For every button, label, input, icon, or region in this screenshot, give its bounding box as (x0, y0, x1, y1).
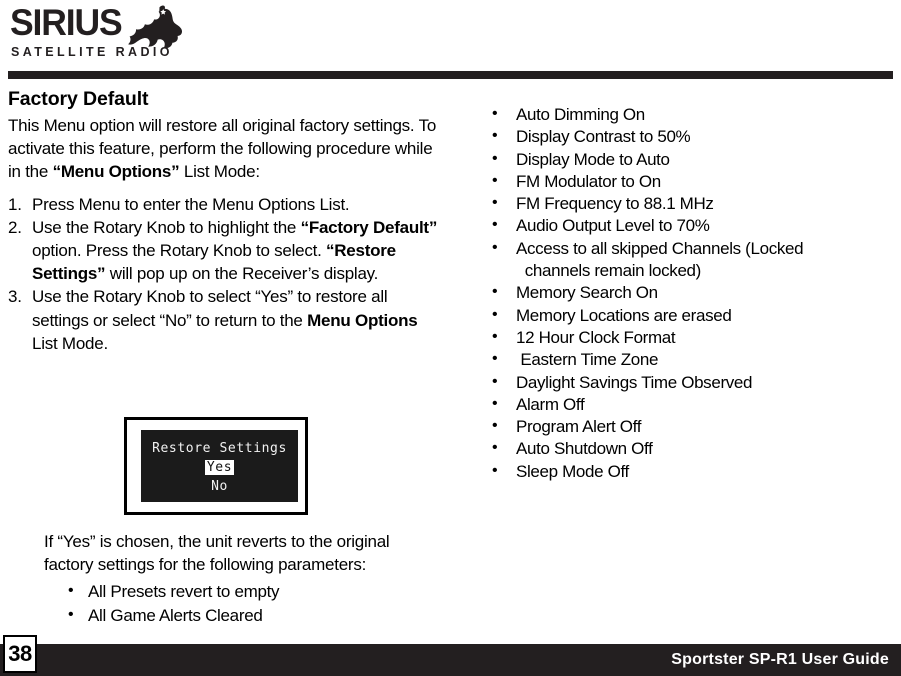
list-item: • Display Mode to Auto (489, 149, 889, 171)
bullet-icon: • (492, 127, 498, 145)
list-item: • Program Alert Off (489, 416, 889, 438)
lcd-option-no[interactable]: No (141, 478, 298, 495)
list-item-label: Display Contrast to 50% (516, 127, 691, 147)
logo-wordmark: SIRIUS (10, 2, 123, 43)
list-item: • All Presets revert to empty (44, 580, 436, 603)
list-item-label: Access to all skipped Channels (Locked c… (516, 238, 804, 281)
list-item: • Auto Shutdown Off (489, 438, 889, 460)
reverted-parameters-list: • All Presets revert to empty • All Game Al… (44, 580, 436, 626)
lcd-option-no-label: No (211, 479, 228, 494)
bullet-icon: • (492, 194, 498, 212)
list-item: • Access to all skipped Channels (Locked … (489, 238, 889, 283)
intro-paragraph: This Menu option will restore all origin… (8, 114, 438, 184)
bullet-icon: • (492, 171, 498, 189)
bullet-icon: • (492, 216, 498, 234)
procedure-step: 3. Use the Rotary Knob to select “Yes” to… (8, 285, 438, 355)
list-item-label: All Game Alerts Cleared (88, 605, 263, 625)
bullet-icon: • (492, 238, 498, 256)
bullet-icon: • (492, 305, 498, 323)
figure-caption-block: If “Yes” is chosen, the unit reverts to … (44, 530, 436, 627)
list-item-label: FM Modulator to On (516, 171, 661, 191)
figure-caption: If “Yes” is chosen, the unit reverts to … (44, 532, 390, 575)
list-item: • Display Contrast to 50% (489, 126, 889, 148)
sirius-dog-icon (128, 5, 183, 49)
lcd-title: Restore Settings (152, 441, 287, 456)
lcd-figure: Restore Settings Yes No (124, 417, 308, 515)
list-item: • All Game Alerts Cleared (44, 604, 436, 627)
bullet-icon: • (492, 283, 498, 301)
bullet-icon: • (492, 394, 498, 412)
bullet-icon: • (492, 461, 498, 479)
page-content: Factory Default This Menu option will re… (0, 86, 901, 625)
list-item: • Memory Locations are erased (489, 305, 889, 327)
list-item-label: Eastern Time Zone (516, 350, 659, 370)
left-column: Factory Default This Menu option will re… (8, 86, 438, 625)
list-item-label: Program Alert Off (516, 417, 642, 437)
bullet-icon: • (492, 417, 498, 435)
list-item-label: FM Frequency to 88.1 MHz (516, 194, 714, 214)
step-number: 3. (8, 287, 22, 307)
list-item-label: All Presets revert to empty (88, 582, 280, 602)
list-item-label: Auto Dimming On (516, 105, 645, 124)
list-item: • 12 Hour Clock Format (489, 327, 889, 349)
bullet-icon: • (492, 350, 498, 368)
list-item-label: Audio Output Level to 70% (516, 216, 710, 236)
list-item: • Sleep Mode Off (489, 461, 889, 483)
list-item: • Eastern Time Zone (489, 349, 889, 371)
list-item: • Alarm Off (489, 394, 889, 416)
page-title: Factory Default (8, 88, 149, 110)
list-item: • Daylight Savings Time Observed (489, 372, 889, 394)
list-item: • FM Modulator to On (489, 171, 889, 193)
step-number: 1. (8, 194, 22, 214)
list-item-label: Memory Search On (516, 283, 658, 303)
page-number-box: 38 (3, 635, 37, 673)
bullet-icon: • (492, 149, 498, 167)
bullet-icon: • (68, 605, 74, 623)
guide-title: Sportster SP-R1 User Guide (671, 651, 889, 668)
list-item-label: Sleep Mode Off (516, 461, 629, 481)
list-item-label: Auto Shutdown Off (516, 439, 653, 459)
list-item-label: Memory Locations are erased (516, 305, 732, 325)
list-item-label: Display Mode to Auto (516, 149, 670, 169)
list-item: • Auto Dimming On (489, 104, 889, 126)
body-text: List Mode. (32, 333, 108, 353)
step-number: 2. (8, 217, 22, 237)
list-item-label: 12 Hour Clock Format (516, 327, 676, 347)
right-column: • Auto Dimming On • Display Contrast to 50%… (489, 104, 889, 483)
lcd-option-yes-label: Yes (204, 460, 235, 475)
body-text: List Mode: (179, 162, 260, 182)
bullet-icon: • (492, 372, 498, 390)
sirius-logo: SIRIUS SATELLITE RADIO (10, 4, 185, 62)
body-text: Use the Rotary Knob to highlight the (32, 217, 301, 237)
body-text: will pop up on the Receiver’s display. (105, 264, 379, 284)
list-item: • FM Frequency to 88.1 MHz (489, 193, 889, 215)
procedure-step: 2. Use the Rotary Knob to highlight the “… (8, 216, 438, 286)
header-divider-rule (8, 71, 893, 79)
emphasis-text: Menu Options (307, 310, 418, 330)
page-number: 38 (8, 641, 32, 666)
list-item-label: Daylight Savings Time Observed (516, 372, 753, 392)
bullet-icon: • (492, 105, 498, 122)
bullet-icon: • (492, 439, 498, 457)
factory-default-values-list: • Auto Dimming On • Display Contrast to 50%… (489, 104, 889, 483)
emphasis-text: “Menu Options” (52, 162, 180, 182)
bullet-icon: • (492, 327, 498, 345)
list-item: • Memory Search On (489, 282, 889, 304)
list-item: • Audio Output Level to 70% (489, 215, 889, 237)
emphasis-text: “Factory Default” (300, 217, 438, 237)
procedure-steps: 1. Press Menu to enter the Menu Options L… (8, 193, 438, 355)
bullet-icon: • (68, 582, 74, 600)
procedure-step: 1. Press Menu to enter the Menu Options L… (8, 193, 438, 216)
lcd-option-yes[interactable]: Yes (141, 459, 298, 476)
list-item-label: Alarm Off (516, 394, 585, 414)
page-header: SIRIUS SATELLITE RADIO (0, 0, 901, 80)
body-text: Press Menu to enter the Menu Options Lis… (32, 194, 350, 214)
body-text: option. Press the Rotary Knob to select. (32, 241, 327, 261)
page-footer: Sportster SP-R1 User Guide 38 (0, 630, 901, 676)
lcd-screen: Restore Settings Yes No (141, 430, 298, 502)
